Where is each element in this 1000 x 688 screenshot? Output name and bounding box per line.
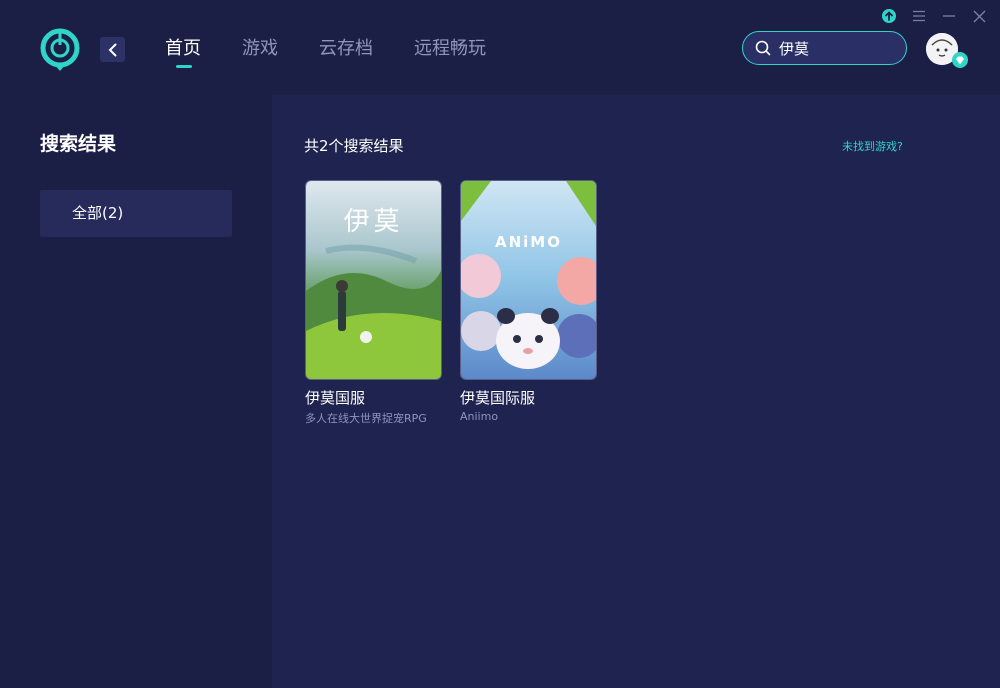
nav-remote-play[interactable]: 远程畅玩 xyxy=(414,36,486,62)
nav-home[interactable]: 首页 xyxy=(165,36,201,68)
game-card-yimo-global[interactable]: ANiMO 伊莫国际服 Aniimo xyxy=(460,180,597,423)
minimize-button[interactable] xyxy=(940,7,958,25)
game-name: 伊莫国服 xyxy=(305,389,366,407)
search-input[interactable] xyxy=(777,38,901,58)
window-controls xyxy=(880,7,988,25)
game-card-yimo-cn[interactable]: 伊莫 伊莫国服 多人在线大世界捉宠RPG xyxy=(305,180,442,426)
search-results-panel: 共2个搜索结果 未找到游戏? 伊莫 伊莫国服 多人在线大世界捉宠RPG ANiM… xyxy=(272,95,1000,688)
back-button[interactable] xyxy=(100,37,125,62)
close-button[interactable] xyxy=(970,7,988,25)
search-icon xyxy=(755,40,771,56)
upload-icon xyxy=(882,9,896,23)
result-count: 共2个搜索结果 xyxy=(304,137,404,155)
cover-title: ANiMO xyxy=(495,233,562,251)
game-cover-art-icon xyxy=(461,181,596,379)
game-desc: 多人在线大世界捉宠RPG xyxy=(305,412,427,425)
game-cover[interactable]: 伊莫 xyxy=(305,180,442,380)
game-desc: Aniimo xyxy=(460,410,499,423)
menu-button[interactable] xyxy=(910,7,928,25)
upload-button[interactable] xyxy=(880,7,898,25)
sidebar: 搜索结果 全部(2) xyxy=(0,95,272,688)
not-found-link[interactable]: 未找到游戏? xyxy=(842,138,903,154)
hamburger-icon xyxy=(913,10,925,22)
minimize-icon xyxy=(943,15,955,17)
search-box[interactable] xyxy=(742,31,907,65)
sidebar-title: 搜索结果 xyxy=(40,133,117,155)
vip-diamond-icon xyxy=(952,52,968,68)
chevron-left-icon xyxy=(108,43,116,56)
top-bar: 首页 游戏 云存档 远程畅玩 xyxy=(0,0,1000,95)
nav-cloud-save[interactable]: 云存档 xyxy=(319,36,373,62)
nav-games[interactable]: 游戏 xyxy=(242,36,278,62)
game-cover[interactable]: ANiMO xyxy=(460,180,597,380)
app-logo-icon xyxy=(40,28,80,71)
main-nav: 首页 游戏 云存档 远程畅玩 xyxy=(165,36,527,68)
filter-all[interactable]: 全部(2) xyxy=(40,190,232,237)
cover-title: 伊莫 xyxy=(343,207,404,237)
close-icon xyxy=(973,10,985,22)
game-name: 伊莫国际服 xyxy=(460,389,536,407)
